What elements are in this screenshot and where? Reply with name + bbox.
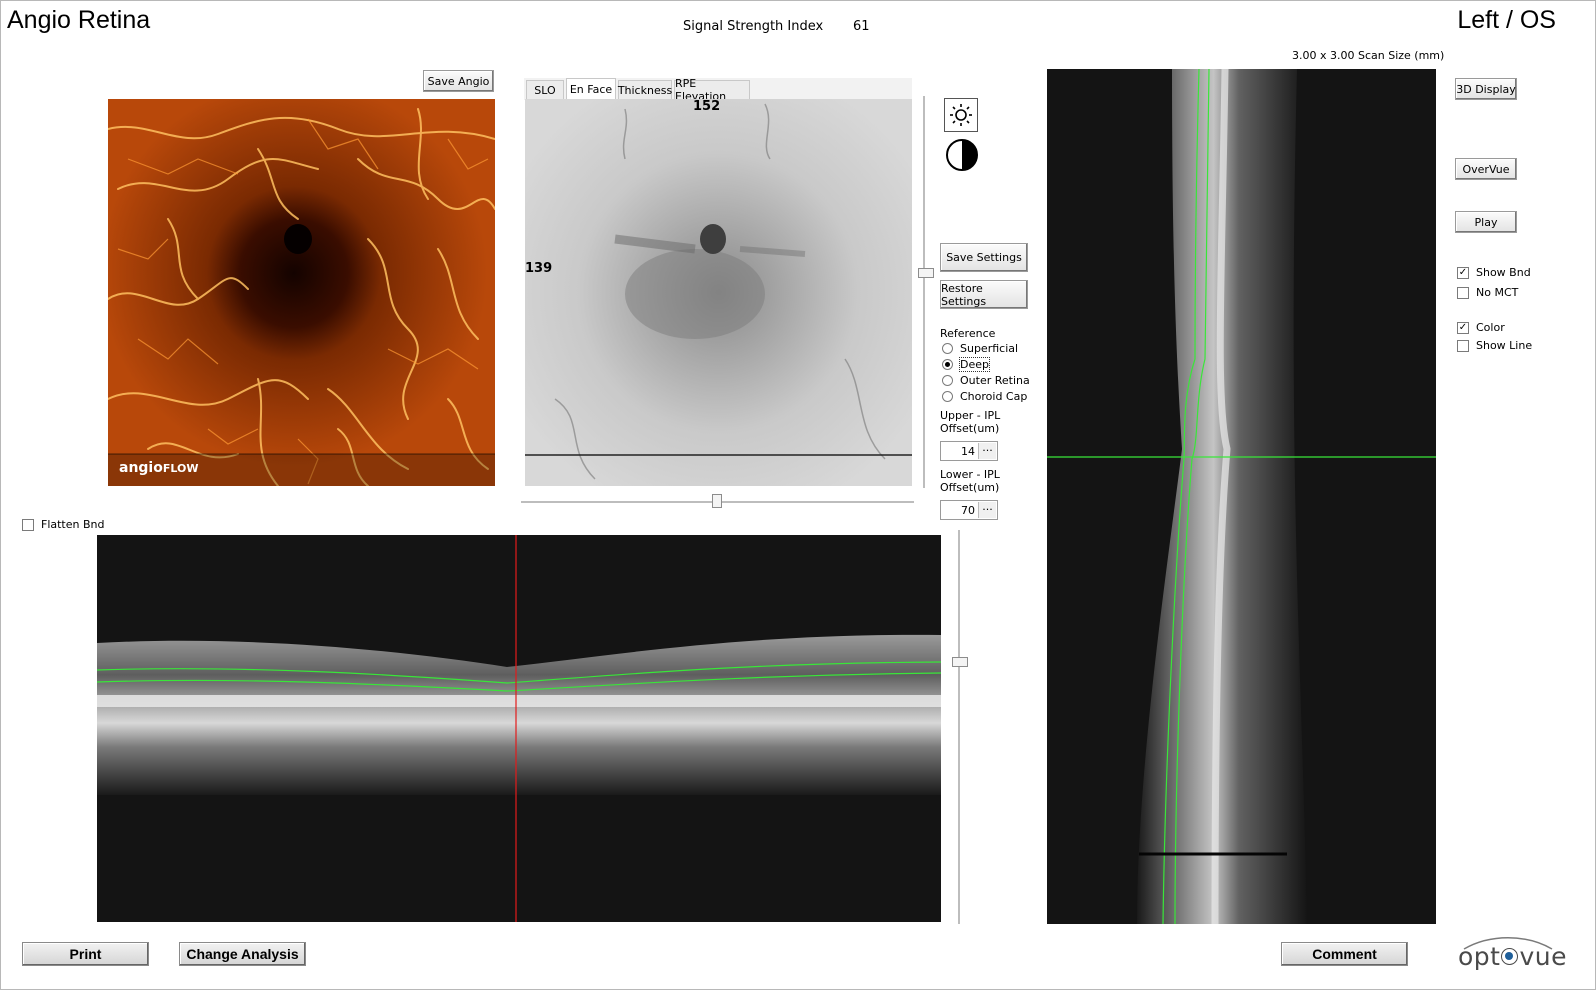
optovue-logo-text-b: vue — [1519, 942, 1567, 971]
upper-offset-value: 14 — [961, 445, 975, 458]
reference-outer-retina-radio[interactable]: Outer Retina — [942, 374, 1030, 387]
change-analysis-button[interactable]: Change Analysis — [179, 942, 306, 966]
enface-svg — [525, 99, 912, 486]
upper-offset-field[interactable]: 14 ... — [940, 441, 998, 461]
signal-strength-value: 61 — [853, 19, 870, 34]
vertical-bscan-image[interactable] — [1047, 69, 1436, 924]
show-line-box — [1457, 339, 1469, 352]
print-button[interactable]: Print — [22, 942, 149, 966]
upper-offset-label: Upper - IPL Offset(um) — [940, 409, 1000, 435]
enface-top-value: 152 — [693, 99, 721, 114]
enface-image[interactable]: 152 139 — [525, 99, 912, 486]
enface-horizontal-slider-thumb[interactable] — [712, 494, 722, 508]
reference-choroid-cap-radio[interactable]: Choroid Cap — [942, 390, 1027, 403]
lower-offset-field[interactable]: 70 ... — [940, 500, 998, 520]
eye-label: Left / OS — [1457, 6, 1556, 34]
tab-thickness[interactable]: Thickness — [618, 80, 672, 99]
tab-en-face[interactable]: En Face — [566, 78, 616, 99]
lower-offset-ellipsis-button[interactable]: ... — [978, 501, 996, 518]
color-label: Color — [1476, 321, 1505, 334]
bscan-vertical-slider-track[interactable] — [958, 530, 960, 924]
reference-choroid-cap-label: Choroid Cap — [960, 390, 1028, 403]
optovue-logo-text-a: opt — [1458, 942, 1501, 971]
enface-left-value: 139 — [525, 261, 553, 276]
horizontal-bscan-image[interactable] — [97, 535, 941, 922]
horizontal-bscan-svg — [97, 535, 941, 922]
show-bnd-checkbox[interactable]: ✓ Show Bnd — [1457, 266, 1531, 279]
optovue-logo-eye-icon — [1501, 948, 1519, 965]
comment-button[interactable]: Comment — [1281, 942, 1408, 966]
angioflow-logo-flow: FLOW — [162, 462, 199, 475]
optovue-logo: opt vue — [1458, 936, 1567, 980]
save-settings-button[interactable]: Save Settings — [940, 243, 1028, 272]
lower-offset-label-line1: Lower - IPL — [940, 468, 1000, 481]
no-mct-box — [1457, 286, 1469, 299]
reference-superficial-label: Superficial — [960, 342, 1019, 355]
lower-offset-label: Lower - IPL Offset(um) — [940, 468, 1000, 494]
scan-size-label: 3.00 x 3.00 Scan Size (mm) — [1292, 49, 1445, 62]
save-angio-button[interactable]: Save Angio — [423, 70, 494, 92]
upper-offset-label-line2: Offset(um) — [940, 422, 1000, 435]
show-line-label: Show Line — [1476, 339, 1533, 352]
signal-strength-label: Signal Strength Index — [683, 19, 824, 34]
overvue-button[interactable]: OverVue — [1455, 158, 1517, 180]
reference-deep-radio[interactable]: Deep — [942, 357, 990, 372]
enface-vertical-slider-track[interactable] — [923, 96, 925, 488]
page-title: Angio Retina — [7, 6, 151, 34]
reference-deep-label: Deep — [959, 357, 990, 372]
show-line-checkbox[interactable]: Show Line — [1457, 339, 1532, 352]
3d-display-button[interactable]: 3D Display — [1455, 78, 1517, 100]
angio-flow-image[interactable]: angioFLOW — [108, 99, 495, 486]
no-mct-checkbox[interactable]: No MCT — [1457, 286, 1518, 299]
no-mct-label: No MCT — [1476, 286, 1519, 299]
enface-vertical-slider-thumb[interactable] — [918, 268, 934, 278]
angioflow-logo: angioFLOW — [119, 460, 198, 476]
tab-rpe-elevation[interactable]: RPE Elevation — [674, 77, 750, 103]
vertical-bscan-svg — [1047, 69, 1436, 924]
reference-outer-retina-label: Outer Retina — [960, 374, 1030, 387]
reference-label: Reference — [940, 327, 996, 340]
color-checkbox[interactable]: ✓ Color — [1457, 321, 1505, 334]
upper-offset-label-line1: Upper - IPL — [940, 409, 1001, 422]
bscan-vertical-slider-thumb[interactable] — [952, 657, 968, 667]
contrast-icon[interactable] — [945, 138, 979, 172]
show-bnd-label: Show Bnd — [1476, 266, 1531, 279]
lower-offset-value: 70 — [961, 504, 975, 517]
play-button[interactable]: Play — [1455, 211, 1517, 233]
reference-superficial-radio[interactable]: Superficial — [942, 342, 1018, 355]
lower-offset-label-line2: Offset(um) — [940, 481, 1000, 494]
tab-slo[interactable]: SLO — [526, 80, 564, 99]
flatten-bnd-checkbox[interactable]: Flatten Bnd — [22, 518, 105, 531]
angioflow-logo-angio: angio — [119, 460, 163, 476]
angio-flow-svg — [108, 99, 495, 486]
show-bnd-check-icon: ✓ — [1457, 266, 1469, 279]
flatten-bnd-label: Flatten Bnd — [41, 518, 105, 531]
flatten-bnd-box — [22, 518, 34, 531]
brightness-icon[interactable] — [944, 98, 978, 132]
color-check-icon: ✓ — [1457, 321, 1469, 334]
restore-settings-button[interactable]: Restore Settings — [940, 280, 1028, 309]
upper-offset-ellipsis-button[interactable]: ... — [978, 442, 996, 459]
